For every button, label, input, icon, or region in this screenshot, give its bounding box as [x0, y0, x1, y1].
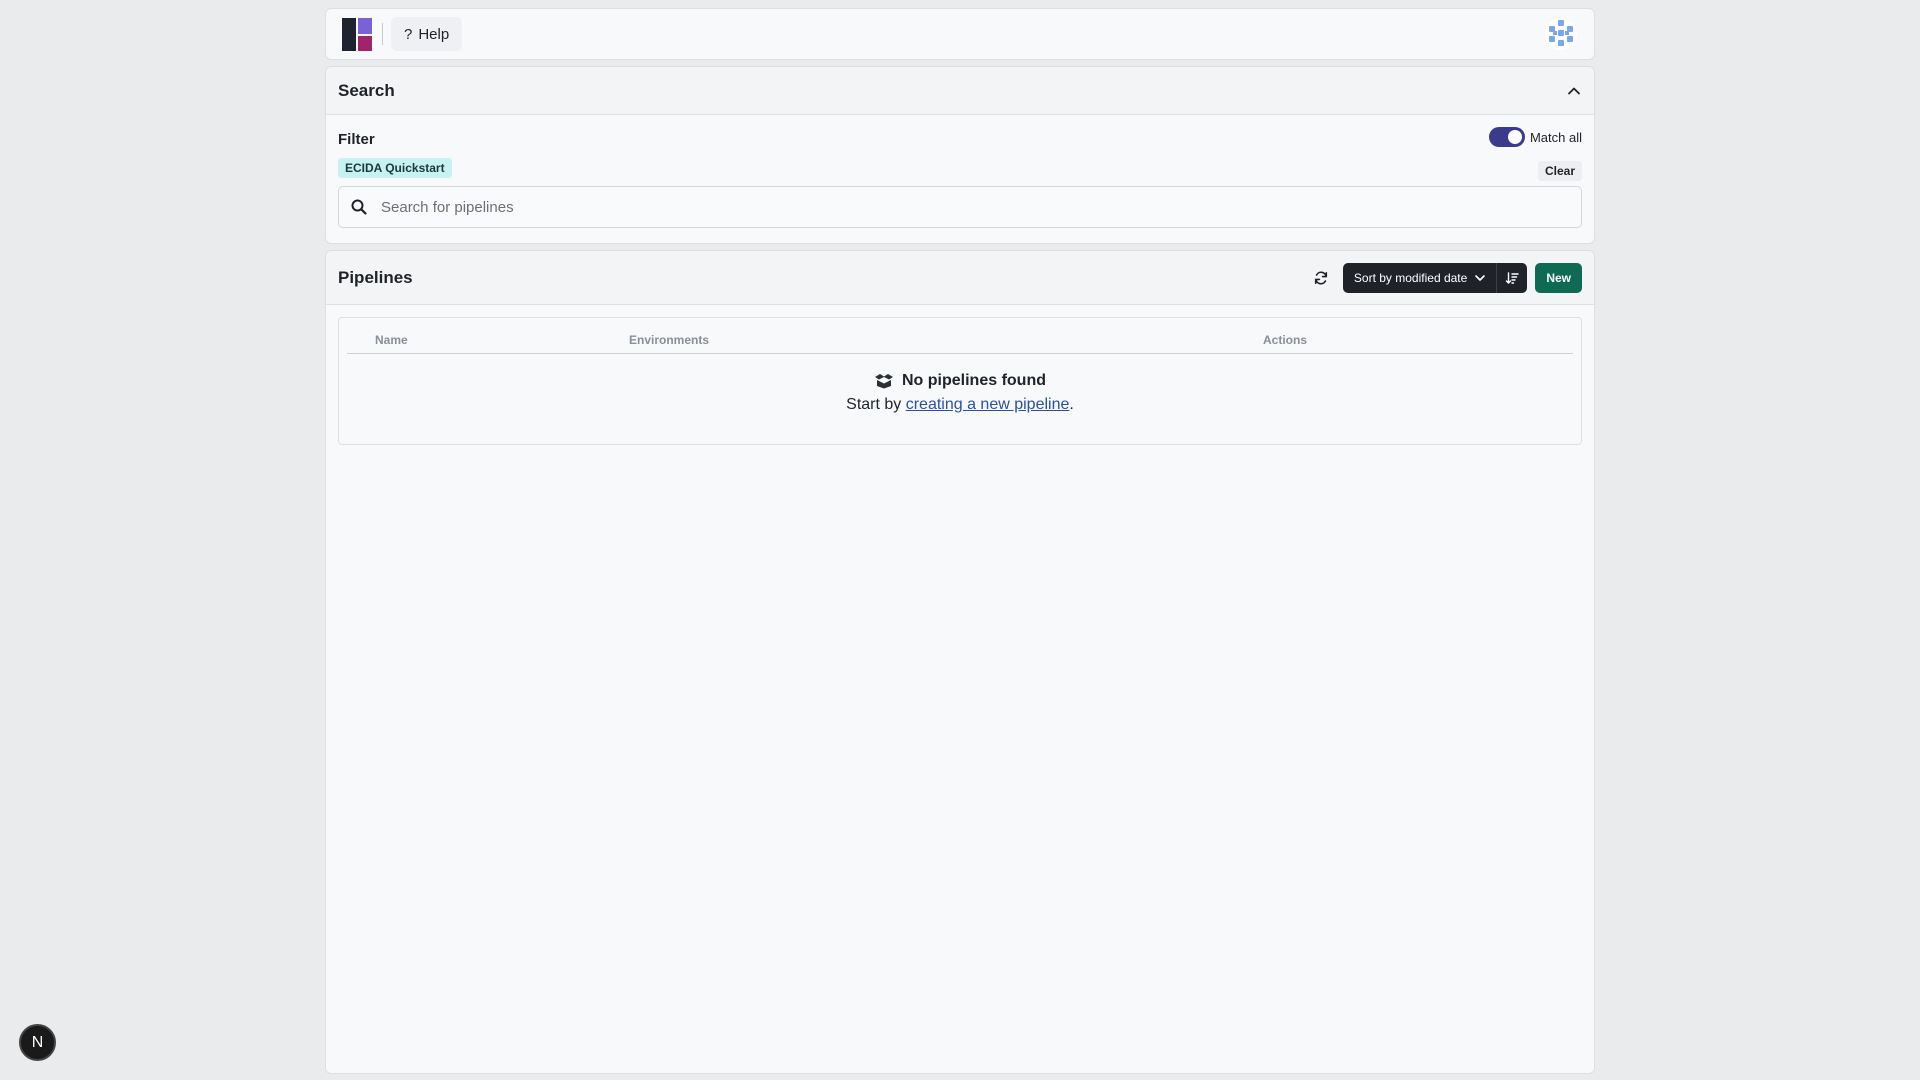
sort-label: Sort by modified date — [1353, 270, 1468, 285]
sort-dropdown[interactable]: Sort by modified date — [1342, 262, 1528, 293]
top-bar: ? Help — [325, 8, 1595, 60]
empty-state: No pipelines found Start by creating a n… — [347, 372, 1573, 414]
logo-block-right — [358, 17, 372, 51]
filter-tag[interactable]: ECIDA Quickstart — [338, 158, 452, 178]
empty-title: No pipelines found — [347, 372, 1573, 390]
empty-prefix: Start by — [846, 396, 906, 413]
chevron-down-icon — [1475, 274, 1486, 281]
match-all-label: Match all — [1529, 129, 1582, 145]
search-panel-title: Search — [338, 80, 395, 100]
column-actions: Actions — [1263, 333, 1308, 347]
help-label: Help — [418, 25, 450, 43]
empty-subtitle: Start by creating a new pipeline. — [347, 396, 1573, 414]
user-avatar-icon[interactable] — [1544, 17, 1578, 51]
pipelines-header: Pipelines Sort by modified date New — [326, 251, 1594, 305]
search-panel-header[interactable]: Search — [326, 67, 1594, 115]
create-pipeline-link[interactable]: creating a new pipeline — [906, 396, 1070, 413]
help-button[interactable]: ? Help — [391, 17, 463, 51]
logo-block-purple — [358, 17, 372, 34]
sort-order-icon — [1506, 271, 1520, 284]
column-environments: Environments — [629, 333, 710, 347]
search-field[interactable] — [338, 186, 1582, 228]
filter-label: Filter — [338, 131, 375, 148]
logo-block-magenta — [358, 35, 372, 51]
question-icon: ? — [404, 25, 413, 43]
pipelines-actions: Sort by modified date New — [1313, 262, 1582, 293]
filter-area: Filter Match all ECIDA Quickstart Clear — [326, 115, 1594, 228]
search-icon — [351, 199, 367, 215]
pipelines-panel: Pipelines Sort by modified date New Name… — [325, 250, 1595, 1074]
new-pipeline-button[interactable]: New — [1535, 262, 1582, 293]
table-header: Name Environments Actions — [347, 318, 1573, 354]
sort-order-button[interactable] — [1497, 271, 1527, 285]
next-dev-indicator[interactable]: N — [19, 1024, 56, 1061]
logo-block-dark — [342, 17, 356, 51]
refresh-icon[interactable] — [1313, 270, 1329, 286]
app-shell: ? Help Search Filter Match all ECIDA Qui… — [325, 8, 1595, 1074]
app-logo[interactable] — [342, 17, 372, 51]
divider — [382, 23, 383, 45]
match-all-toggle[interactable] — [1488, 127, 1525, 147]
clear-button[interactable]: Clear — [1537, 161, 1582, 181]
search-input[interactable] — [381, 198, 1569, 216]
empty-title-text: No pipelines found — [902, 372, 1046, 389]
chevron-up-icon[interactable] — [1566, 83, 1582, 99]
search-panel: Search Filter Match all ECIDA Quickstart… — [325, 66, 1595, 244]
pipelines-title: Pipelines — [338, 267, 413, 287]
box-open-icon — [875, 374, 893, 389]
column-name[interactable]: Name — [375, 333, 629, 347]
pipelines-table: Name Environments Actions No pipelines f… — [338, 317, 1582, 445]
empty-suffix: . — [1069, 396, 1074, 413]
match-all-control: Match all — [1488, 127, 1582, 147]
